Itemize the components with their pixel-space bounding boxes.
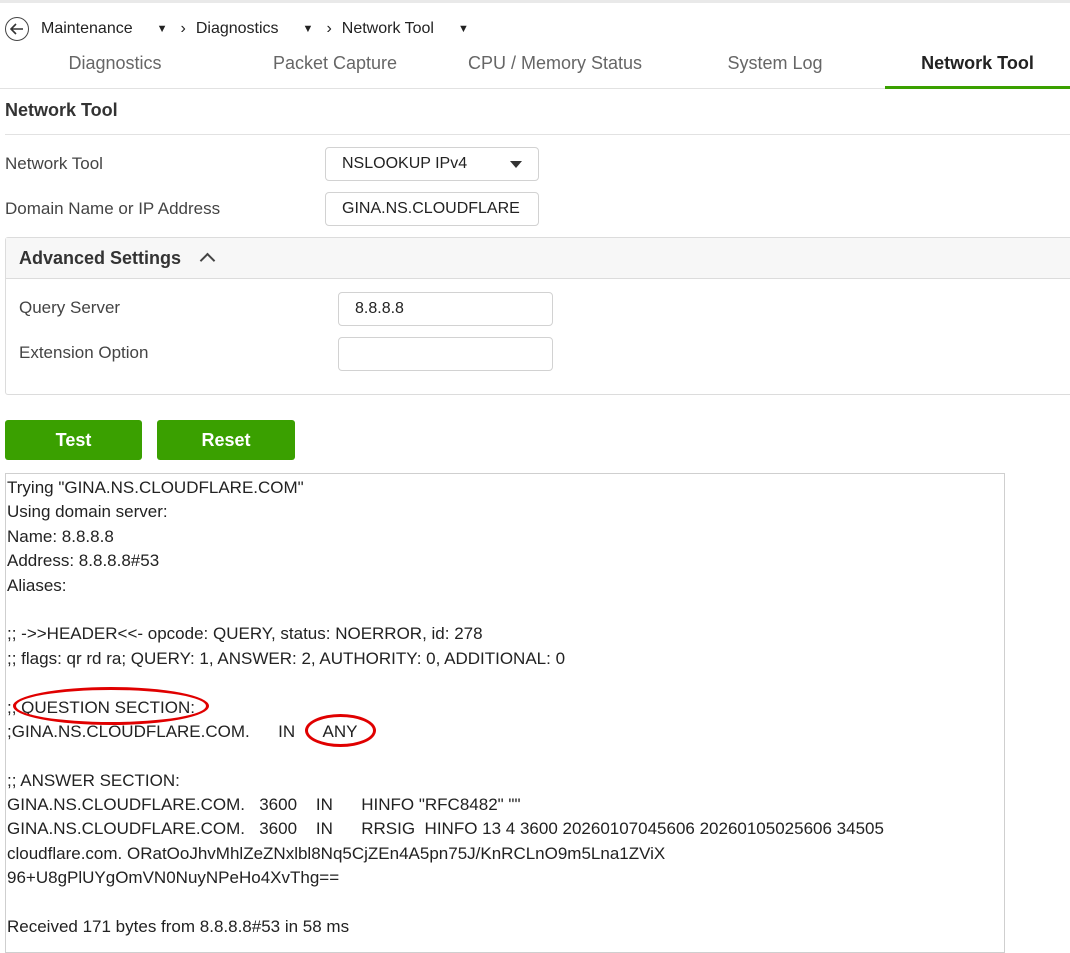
output-line: ;GINA.NS.CLOUDFLARE.COM. IN ANY	[7, 721, 358, 741]
domain-label: Domain Name or IP Address	[5, 199, 221, 218]
advanced-settings-header[interactable]: Advanced Settings	[6, 238, 1070, 279]
breadcrumb-network-tool[interactable]: Network Tool ▼	[342, 20, 469, 38]
output-line: Address: 8.8.8.8#53	[7, 551, 160, 571]
network-tool-value: NSLOOKUP IPv4	[342, 155, 468, 172]
back-icon[interactable]	[5, 17, 29, 41]
breadcrumb-separator-icon: ›	[180, 20, 186, 37]
chevron-down-icon[interactable]: ▼	[157, 23, 168, 35]
tab-packet-capture[interactable]: Packet Capture	[225, 44, 445, 86]
chevron-down-icon	[510, 161, 522, 168]
output-line: Trying "GINA.NS.CLOUDFLARE.COM"	[7, 478, 304, 497]
domain-input[interactable]	[342, 200, 522, 218]
output-line: ;; ANSWER SECTION:	[7, 770, 180, 790]
output-line: cloudflare.com. ORatOoJhvMhlZeZNxlbl8Nq5…	[7, 843, 666, 863]
query-server-input[interactable]	[355, 300, 536, 318]
chevron-down-icon[interactable]: ▼	[458, 23, 469, 35]
page-title: Network Tool	[5, 100, 118, 120]
breadcrumb-diagnostics[interactable]: Diagnostics ▼	[196, 20, 314, 38]
chevron-down-icon[interactable]: ▼	[303, 23, 314, 35]
output-line: Name: 8.8.8.8	[7, 526, 114, 546]
chevron-up-icon[interactable]	[199, 252, 216, 269]
output-line: Received 171 bytes from 8.8.8.8#53 in 58…	[7, 917, 350, 937]
query-server-field-wrapper	[338, 292, 553, 326]
extension-option-input[interactable]	[355, 345, 536, 363]
advanced-settings-title: Advanced Settings	[19, 248, 182, 268]
reset-button[interactable]: Reset	[157, 420, 295, 460]
breadcrumb-label: Maintenance	[41, 20, 133, 37]
query-server-label: Query Server	[19, 298, 121, 317]
top-bar	[0, 0, 1070, 3]
network-tool-select[interactable]: NSLOOKUP IPv4	[325, 147, 539, 181]
breadcrumb-separator-icon: ›	[326, 20, 332, 37]
tab-bar: Diagnostics Packet Capture CPU / Memory …	[0, 44, 1070, 89]
network-tool-label: Network Tool	[5, 154, 103, 173]
tab-cpu-memory-status[interactable]: CPU / Memory Status	[445, 44, 665, 86]
output-line: GINA.NS.CLOUDFLARE.COM. 3600 IN HINFO "R…	[7, 795, 521, 815]
extension-option-field-wrapper	[338, 337, 553, 371]
tab-network-tool[interactable]: Network Tool	[885, 44, 1070, 89]
tab-diagnostics[interactable]: Diagnostics	[5, 44, 225, 86]
tab-system-log[interactable]: System Log	[665, 44, 885, 86]
domain-field-wrapper	[325, 192, 539, 226]
output-console[interactable]: Trying "GINA.NS.CLOUDFLARE.COM" Using dom…	[5, 473, 1005, 953]
breadcrumb-maintenance[interactable]: Maintenance ▼	[41, 20, 168, 38]
breadcrumb: Maintenance ▼ › Diagnostics ▼ › Network …	[5, 15, 469, 43]
test-button[interactable]: Test	[5, 420, 142, 460]
extension-option-label: Extension Option	[19, 343, 149, 362]
output-line: ;; ->>HEADER<<- opcode: QUERY, status: N…	[7, 624, 483, 644]
output-line: GINA.NS.CLOUDFLARE.COM. 3600 IN RRSIG HI…	[7, 819, 884, 839]
output-line: Using domain server:	[7, 502, 168, 522]
output-line: ;; flags: qr rd ra; QUERY: 1, ANSWER: 2,…	[7, 648, 566, 668]
divider	[5, 134, 1070, 135]
breadcrumb-label: Diagnostics	[195, 20, 279, 37]
output-line: ;; QUESTION SECTION:	[7, 697, 195, 717]
output-line: 96+U8gPlUYgOmVN0NuyNPeHo4XvThg==	[7, 868, 340, 888]
output-line: Aliases:	[7, 575, 67, 595]
breadcrumb-label: Network Tool	[341, 20, 434, 37]
